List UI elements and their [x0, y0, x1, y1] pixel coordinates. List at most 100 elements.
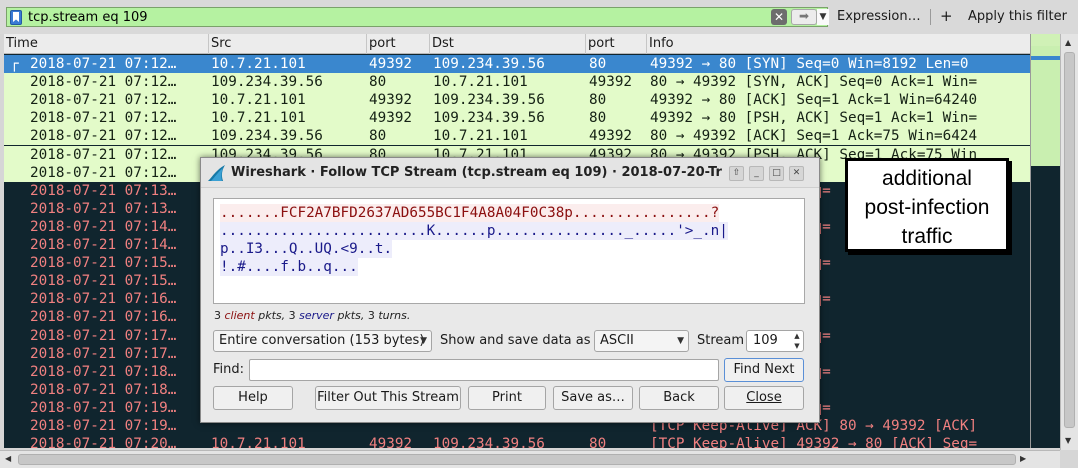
- spin-up-icon[interactable]: ▲: [791, 331, 803, 341]
- expression-button[interactable]: Expression…: [837, 8, 921, 26]
- cell-src: 109.234.39.56: [211, 74, 323, 91]
- cell-time: 2018-07-21 07:15…: [30, 273, 177, 290]
- clear-filter-icon[interactable]: ✕: [771, 9, 787, 25]
- find-next-button[interactable]: Find Next: [724, 358, 804, 382]
- add-filter-button[interactable]: +: [940, 6, 953, 26]
- stream-number-value[interactable]: 109: [753, 331, 778, 351]
- cell-time: 2018-07-21 07:12…: [30, 56, 177, 72]
- column-header-src-port[interactable]: port: [367, 34, 430, 54]
- column-header-src[interactable]: Src: [209, 34, 367, 54]
- conversation-select-value: Entire conversation (153 bytes): [219, 333, 425, 348]
- help-button[interactable]: Help: [213, 386, 293, 410]
- packet-row[interactable]: 2018-07-21 07:20… 10.7.21.101 49392 109.234…: [4, 435, 1030, 448]
- annotation-line-2: post-infection: [864, 196, 990, 219]
- cell-time: 2018-07-21 07:12…: [30, 164, 177, 181]
- minimize-icon[interactable]: _: [749, 166, 764, 181]
- maximize-icon[interactable]: □: [769, 166, 784, 181]
- filter-text[interactable]: tcp.stream eq 109: [28, 9, 148, 26]
- pin-icon[interactable]: ⇧: [729, 166, 744, 181]
- cell-time: 2018-07-21 07:12…: [30, 92, 177, 109]
- cell-src-port: 80: [369, 128, 387, 145]
- horizontal-scrollbar[interactable]: ◀ ▶: [0, 450, 1060, 468]
- stream-number-spinbox[interactable]: 109 ▲ ▼: [746, 330, 804, 352]
- conversation-select[interactable]: Entire conversation (153 bytes) ▼: [213, 330, 432, 352]
- cell-time: 2018-07-21 07:16…: [30, 291, 177, 308]
- cell-src: 10.7.21.101: [211, 56, 306, 72]
- display-filter-input[interactable]: tcp.stream eq 109 ✕ ➡ ▼: [6, 7, 829, 27]
- packet-row[interactable]: 2018-07-21 07:12… 109.234.39.56 80 10.7.21.…: [4, 73, 1030, 92]
- scroll-up-icon[interactable]: ▲: [1065, 38, 1071, 47]
- dialog-titlebar[interactable]: Wireshark · Follow TCP Stream (tcp.strea…: [201, 158, 819, 188]
- cell-time: 2018-07-21 07:13…: [30, 200, 177, 217]
- cell-dst-port: 80: [589, 110, 607, 127]
- stream-line-server: ........................K......p........…: [220, 222, 728, 240]
- cell-time: 2018-07-21 07:14…: [30, 237, 177, 253]
- chevron-down-icon: ▼: [677, 336, 684, 346]
- data-format-value: ASCII: [600, 333, 634, 348]
- vertical-scrollbar[interactable]: ▲ ▼: [1060, 34, 1078, 450]
- filter-out-stream-button[interactable]: Filter Out This Stream: [315, 386, 461, 410]
- vertical-scroll-thumb[interactable]: [1064, 52, 1075, 428]
- scroll-right-icon[interactable]: ▶: [1020, 454, 1026, 463]
- cell-dst: 109.234.39.56: [433, 92, 545, 109]
- cell-time: 2018-07-21 07:19…: [30, 399, 177, 416]
- apply-filter-icon[interactable]: ➡: [791, 9, 817, 25]
- cell-time: 2018-07-21 07:12…: [30, 128, 177, 145]
- cell-dst-port: 80: [589, 92, 607, 109]
- cell-src: 10.7.21.101: [211, 436, 306, 448]
- cell-info: 49392 → 80 [SYN] Seq=0 Win=8192 Len=0: [650, 56, 969, 72]
- save-as-button[interactable]: Save as…: [553, 386, 633, 410]
- stream-content-area[interactable]: .......FCF2A7BFD2637AD655BC1F4A8A04F0C38…: [213, 198, 805, 304]
- spin-down-icon[interactable]: ▼: [791, 341, 803, 351]
- column-header-dst-port[interactable]: port: [586, 34, 647, 54]
- packet-row[interactable]: 2018-07-21 07:12… 10.7.21.101 49392 109.234…: [4, 91, 1030, 110]
- cell-src: 10.7.21.101: [211, 92, 306, 109]
- client-word: client: [224, 309, 255, 322]
- packet-row[interactable]: 2018-07-21 07:12… 10.7.21.101 49392 109.234…: [4, 109, 1030, 128]
- close-icon[interactable]: ✕: [789, 166, 804, 181]
- chevron-down-icon[interactable]: ▼: [817, 9, 829, 25]
- column-header-dst[interactable]: Dst: [430, 34, 586, 54]
- cell-time: 2018-07-21 07:17…: [30, 345, 177, 362]
- cell-time: 2018-07-21 07:18…: [30, 363, 177, 380]
- cell-time: 2018-07-21 07:12…: [30, 110, 177, 127]
- print-button[interactable]: Print: [468, 386, 546, 410]
- close-label: Close: [746, 390, 782, 405]
- cell-dst-port: 49392: [589, 74, 633, 91]
- apply-this-filter-button[interactable]: Apply this filter: [968, 8, 1067, 26]
- scroll-down-icon[interactable]: ▼: [1065, 436, 1071, 445]
- cell-dst: 109.234.39.56: [433, 436, 545, 448]
- cell-time: 2018-07-21 07:12…: [30, 146, 177, 163]
- find-input[interactable]: [249, 359, 719, 381]
- cell-dst: 10.7.21.101: [433, 74, 528, 91]
- cell-dst-port: 49392: [589, 128, 633, 145]
- stream-line-server: !.#....f.b..q...: [220, 258, 358, 276]
- column-header-info[interactable]: Info: [647, 34, 1030, 54]
- column-header-time[interactable]: Time: [4, 34, 209, 54]
- cell-src-port: 80: [369, 74, 387, 91]
- annotation-callout: additional post-infection traffic: [845, 158, 1009, 252]
- chevron-down-icon: ▼: [420, 336, 427, 346]
- packet-overview-strip[interactable]: [1030, 34, 1061, 448]
- stream-turns-summary: 3 client pkts, 3 server pkts, 3 turns.: [214, 309, 410, 323]
- cell-time: 2018-07-21 07:18…: [30, 381, 177, 398]
- cell-time: 2018-07-21 07:19…: [30, 418, 177, 434]
- turns-word: turns.: [378, 309, 411, 322]
- packet-row[interactable]: 2018-07-21 07:12… 109.234.39.56 80 10.7.21.…: [4, 127, 1030, 146]
- packet-row[interactable]: ┌ 2018-07-21 07:12… 10.7.21.101 49392 109.23…: [4, 55, 1030, 73]
- server-packet-count: 3: [288, 309, 296, 322]
- horizontal-scroll-thumb[interactable]: [18, 454, 1016, 465]
- close-button[interactable]: Close: [724, 386, 804, 410]
- annotation-line-1: additional: [882, 167, 972, 190]
- stream-label: Stream: [697, 333, 745, 348]
- bookmark-icon[interactable]: [10, 10, 22, 25]
- display-filter-toolbar: tcp.stream eq 109 ✕ ➡ ▼ Expression… + Ap…: [0, 0, 1078, 34]
- cell-info: [TCP Keep-Alive] 49392 → 80 [ACK] Seq=: [650, 436, 978, 448]
- scroll-left-icon[interactable]: ◀: [5, 454, 11, 463]
- back-button[interactable]: Back: [639, 386, 719, 410]
- cell-src-port: 49392: [369, 56, 413, 72]
- cell-dst: 10.7.21.101: [433, 128, 528, 145]
- data-format-select[interactable]: ASCII ▼: [594, 330, 689, 352]
- server-word: server: [299, 309, 334, 322]
- wireshark-fin-icon: [208, 165, 225, 181]
